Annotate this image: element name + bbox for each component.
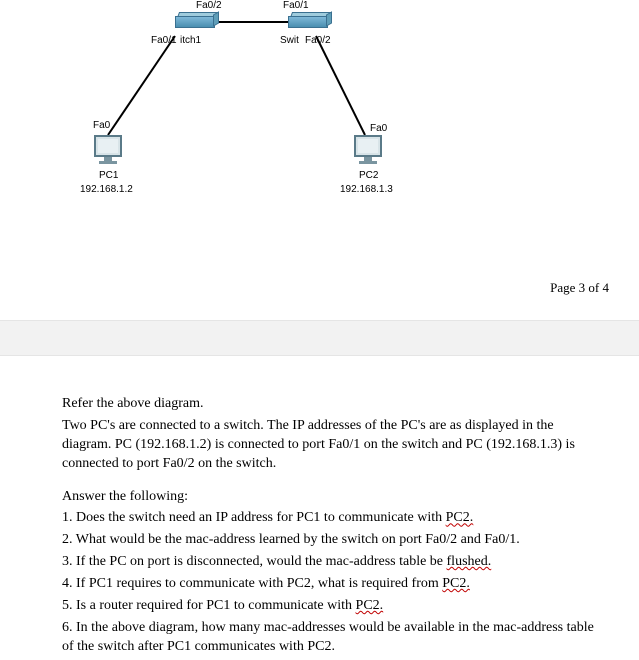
q1: 1. Does the switch need an IP address fo… [62, 509, 599, 528]
pc2-ip: 192.168.1.3 [340, 184, 393, 195]
sw1-port-out: Fa0/2 [196, 0, 222, 11]
q5: 5. Is a router required for PC1 to commu… [62, 597, 599, 616]
pc2-iface: Fa0 [370, 123, 387, 134]
sw2-port-in: Fa0/1 [283, 0, 309, 11]
q4-wavy: PC2. [442, 576, 470, 591]
question-text: Refer the above diagram. Two PC's are co… [62, 395, 599, 660]
q3-text: 3. If the PC on port is disconnected, wo… [62, 554, 447, 569]
pc2-name: PC2 [359, 170, 378, 181]
switch-1 [175, 16, 215, 32]
page-divider [0, 320, 639, 356]
sw2-name: Swit [280, 35, 299, 46]
pc1-name: PC1 [99, 170, 118, 181]
desc-line: Two PC's are connected to a switch. The … [62, 417, 599, 474]
sw1-iface: Fa0/1 [151, 35, 177, 46]
pc1-iface: Fa0 [93, 120, 110, 131]
page-number: Page 3 of 4 [550, 280, 609, 296]
q1-wavy: PC2. [446, 510, 474, 525]
q5-wavy: PC2. [356, 598, 384, 613]
q6: 6. In the above diagram, how many mac-ad… [62, 619, 599, 657]
q2: 2. What would be the mac-address learned… [62, 531, 599, 550]
q3: 3. If the PC on port is disconnected, wo… [62, 553, 599, 572]
switch-2 [288, 16, 328, 32]
q5-text: 5. Is a router required for PC1 to commu… [62, 598, 356, 613]
q4-text: 4. If PC1 requires to communicate with P… [62, 576, 442, 591]
sw2-iface: Fa0/2 [305, 35, 331, 46]
answer-heading: Answer the following: [62, 488, 599, 507]
ref-line: Refer the above diagram. [62, 395, 599, 414]
q4: 4. If PC1 requires to communicate with P… [62, 575, 599, 594]
pc1-ip: 192.168.1.2 [80, 184, 133, 195]
sw1-name: itch1 [180, 35, 201, 46]
q3-wavy: flushed. [447, 554, 492, 569]
q1-text: 1. Does the switch need an IP address fo… [62, 510, 446, 525]
network-diagram: Fa0/2 Fa0/1 Fa0/1 itch1 Swit Fa0/2 Fa0 F… [0, 0, 639, 230]
